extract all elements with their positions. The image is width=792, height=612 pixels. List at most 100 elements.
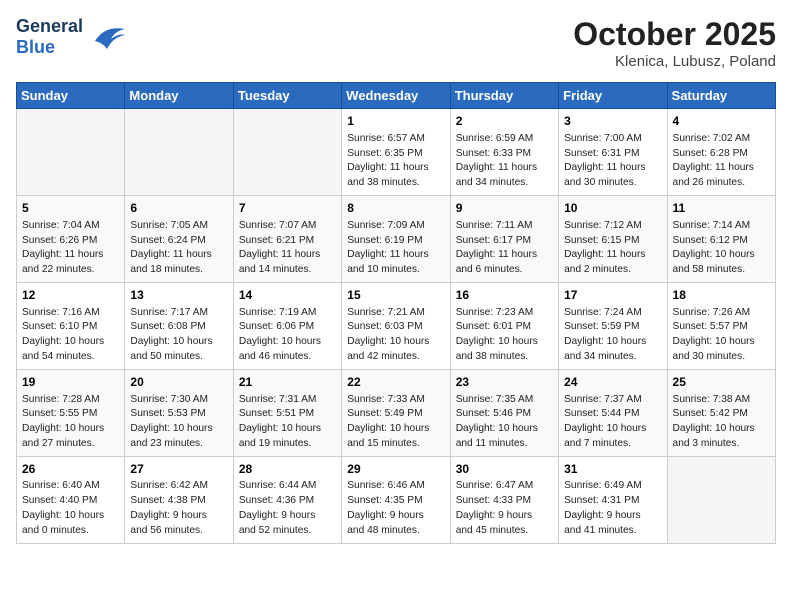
day-info: Sunrise: 7:33 AM Sunset: 5:49 PM Dayligh… (347, 393, 444, 452)
day-number: 22 (347, 374, 444, 391)
calendar-cell-w3-d5: 16 Sunrise: 7:23 AM Sunset: 6:01 PM Dayli… (450, 282, 558, 369)
calendar-cell-w2-d5: 9Sunrise: 7:11 AM Sunset: 6:17 PM Daylig… (450, 195, 558, 282)
col-saturday: Saturday (667, 83, 775, 109)
logo-bird-icon (87, 21, 125, 53)
day-number: 24 (564, 374, 661, 391)
calendar-cell-w4-d3: 21 Sunrise: 7:31 AM Sunset: 5:51 PM Dayli… (233, 369, 341, 456)
day-info: Sunrise: 7:12 AM Sunset: 6:15 PM Dayligh… (564, 219, 661, 278)
day-number: 7 (239, 200, 336, 217)
day-info: Sunrise: 7:35 AM Sunset: 5:46 PM Dayligh… (456, 393, 553, 452)
day-number: 31 (564, 461, 661, 478)
col-tuesday: Tuesday (233, 83, 341, 109)
day-number: 14 (239, 287, 336, 304)
calendar-cell-w2-d2: 6 Sunrise: 7:05 AM Sunset: 6:24 PM Daylig… (125, 195, 233, 282)
calendar-cell-w4-d4: 22 Sunrise: 7:33 AM Sunset: 5:49 PM Dayli… (342, 369, 450, 456)
day-number: 10 (564, 200, 661, 217)
day-number: 27 (130, 461, 227, 478)
calendar-cell-w2-d6: 10 Sunrise: 7:12 AM Sunset: 6:15 PM Dayli… (559, 195, 667, 282)
calendar-cell-w5-d4: 29Sunrise: 6:46 AM Sunset: 4:35 PM Dayli… (342, 456, 450, 543)
day-info: Sunrise: 7:37 AM Sunset: 5:44 PM Dayligh… (564, 393, 661, 452)
calendar-cell-w4-d7: 25Sunrise: 7:38 AM Sunset: 5:42 PM Dayli… (667, 369, 775, 456)
day-number: 29 (347, 461, 444, 478)
day-info: Sunrise: 7:21 AM Sunset: 6:03 PM Dayligh… (347, 306, 444, 365)
day-info: Sunrise: 7:24 AM Sunset: 5:59 PM Dayligh… (564, 306, 661, 365)
day-info: Sunrise: 6:40 AM Sunset: 4:40 PM Dayligh… (22, 479, 119, 538)
calendar-cell-w3-d2: 13Sunrise: 7:17 AM Sunset: 6:08 PM Dayli… (125, 282, 233, 369)
calendar-table: Sunday Monday Tuesday Wednesday Thursday… (16, 82, 776, 544)
col-monday: Monday (125, 83, 233, 109)
day-number: 30 (456, 461, 553, 478)
day-info: Sunrise: 6:59 AM Sunset: 6:33 PM Dayligh… (456, 132, 553, 191)
calendar-subtitle: Klenica, Lubusz, Poland (573, 53, 776, 70)
day-number: 19 (22, 374, 119, 391)
day-info: Sunrise: 7:38 AM Sunset: 5:42 PM Dayligh… (673, 393, 770, 452)
day-number: 18 (673, 287, 770, 304)
day-info: Sunrise: 7:09 AM Sunset: 6:19 PM Dayligh… (347, 219, 444, 278)
day-info: Sunrise: 7:05 AM Sunset: 6:24 PM Dayligh… (130, 219, 227, 278)
calendar-cell-w1-d5: 2 Sunrise: 6:59 AM Sunset: 6:33 PM Daylig… (450, 109, 558, 196)
day-number: 15 (347, 287, 444, 304)
day-info: Sunrise: 7:30 AM Sunset: 5:53 PM Dayligh… (130, 393, 227, 452)
calendar-week-3: 12 Sunrise: 7:16 AM Sunset: 6:10 PM Dayli… (17, 282, 776, 369)
col-wednesday: Wednesday (342, 83, 450, 109)
calendar-cell-w2-d3: 7 Sunrise: 7:07 AM Sunset: 6:21 PM Daylig… (233, 195, 341, 282)
calendar-cell-w5-d6: 31Sunrise: 6:49 AM Sunset: 4:31 PM Dayli… (559, 456, 667, 543)
calendar-cell-w3-d4: 15 Sunrise: 7:21 AM Sunset: 6:03 PM Dayli… (342, 282, 450, 369)
col-sunday: Sunday (17, 83, 125, 109)
calendar-cell-w5-d3: 28Sunrise: 6:44 AM Sunset: 4:36 PM Dayli… (233, 456, 341, 543)
day-number: 8 (347, 200, 444, 217)
calendar-cell-w4-d6: 24 Sunrise: 7:37 AM Sunset: 5:44 PM Dayli… (559, 369, 667, 456)
logo-blue-text: Blue (16, 37, 55, 57)
day-number: 2 (456, 113, 553, 130)
day-number: 4 (673, 113, 770, 130)
calendar-cell-w2-d7: 11 Sunrise: 7:14 AM Sunset: 6:12 PM Dayli… (667, 195, 775, 282)
day-info: Sunrise: 7:19 AM Sunset: 6:06 PM Dayligh… (239, 306, 336, 365)
day-info: Sunrise: 6:44 AM Sunset: 4:36 PM Dayligh… (239, 479, 336, 538)
day-number: 13 (130, 287, 227, 304)
day-number: 16 (456, 287, 553, 304)
calendar-cell-w4-d1: 19 Sunrise: 7:28 AM Sunset: 5:55 PM Dayli… (17, 369, 125, 456)
day-number: 5 (22, 200, 119, 217)
logo: General Blue (16, 16, 125, 58)
calendar-cell-w3-d1: 12 Sunrise: 7:16 AM Sunset: 6:10 PM Dayli… (17, 282, 125, 369)
calendar-header-row: Sunday Monday Tuesday Wednesday Thursday… (17, 83, 776, 109)
day-info: Sunrise: 7:16 AM Sunset: 6:10 PM Dayligh… (22, 306, 119, 365)
day-info: Sunrise: 7:31 AM Sunset: 5:51 PM Dayligh… (239, 393, 336, 452)
day-number: 3 (564, 113, 661, 130)
day-info: Sunrise: 7:23 AM Sunset: 6:01 PM Dayligh… (456, 306, 553, 365)
calendar-cell-w1-d1 (17, 109, 125, 196)
page-header: General Blue October 2025 Klenica, Lubus… (16, 16, 776, 70)
day-info: Sunrise: 7:28 AM Sunset: 5:55 PM Dayligh… (22, 393, 119, 452)
day-info: Sunrise: 6:46 AM Sunset: 4:35 PM Dayligh… (347, 479, 444, 538)
calendar-week-5: 26Sunrise: 6:40 AM Sunset: 4:40 PM Dayli… (17, 456, 776, 543)
day-number: 12 (22, 287, 119, 304)
day-number: 21 (239, 374, 336, 391)
day-info: Sunrise: 7:04 AM Sunset: 6:26 PM Dayligh… (22, 219, 119, 278)
day-number: 6 (130, 200, 227, 217)
day-info: Sunrise: 7:26 AM Sunset: 5:57 PM Dayligh… (673, 306, 770, 365)
calendar-title: October 2025 (573, 16, 776, 53)
calendar-cell-w2-d4: 8 Sunrise: 7:09 AM Sunset: 6:19 PM Daylig… (342, 195, 450, 282)
calendar-cell-w3-d3: 14 Sunrise: 7:19 AM Sunset: 6:06 PM Dayli… (233, 282, 341, 369)
day-info: Sunrise: 6:42 AM Sunset: 4:38 PM Dayligh… (130, 479, 227, 538)
calendar-cell-w5-d5: 30Sunrise: 6:47 AM Sunset: 4:33 PM Dayli… (450, 456, 558, 543)
day-number: 9 (456, 200, 553, 217)
calendar-cell-w3-d6: 17 Sunrise: 7:24 AM Sunset: 5:59 PM Dayli… (559, 282, 667, 369)
day-number: 17 (564, 287, 661, 304)
day-number: 1 (347, 113, 444, 130)
day-info: Sunrise: 6:49 AM Sunset: 4:31 PM Dayligh… (564, 479, 661, 538)
day-info: Sunrise: 7:07 AM Sunset: 6:21 PM Dayligh… (239, 219, 336, 278)
day-info: Sunrise: 6:57 AM Sunset: 6:35 PM Dayligh… (347, 132, 444, 191)
day-info: Sunrise: 7:02 AM Sunset: 6:28 PM Dayligh… (673, 132, 770, 191)
day-info: Sunrise: 7:14 AM Sunset: 6:12 PM Dayligh… (673, 219, 770, 278)
calendar-cell-w1-d2 (125, 109, 233, 196)
day-number: 20 (130, 374, 227, 391)
calendar-week-2: 5 Sunrise: 7:04 AM Sunset: 6:26 PM Daylig… (17, 195, 776, 282)
day-info: Sunrise: 7:00 AM Sunset: 6:31 PM Dayligh… (564, 132, 661, 191)
day-number: 23 (456, 374, 553, 391)
calendar-cell-w4-d5: 23 Sunrise: 7:35 AM Sunset: 5:46 PM Dayli… (450, 369, 558, 456)
calendar-title-block: October 2025 Klenica, Lubusz, Poland (573, 16, 776, 70)
calendar-week-4: 19 Sunrise: 7:28 AM Sunset: 5:55 PM Dayli… (17, 369, 776, 456)
day-number: 11 (673, 200, 770, 217)
calendar-week-1: 1 Sunrise: 6:57 AM Sunset: 6:35 PM Daylig… (17, 109, 776, 196)
